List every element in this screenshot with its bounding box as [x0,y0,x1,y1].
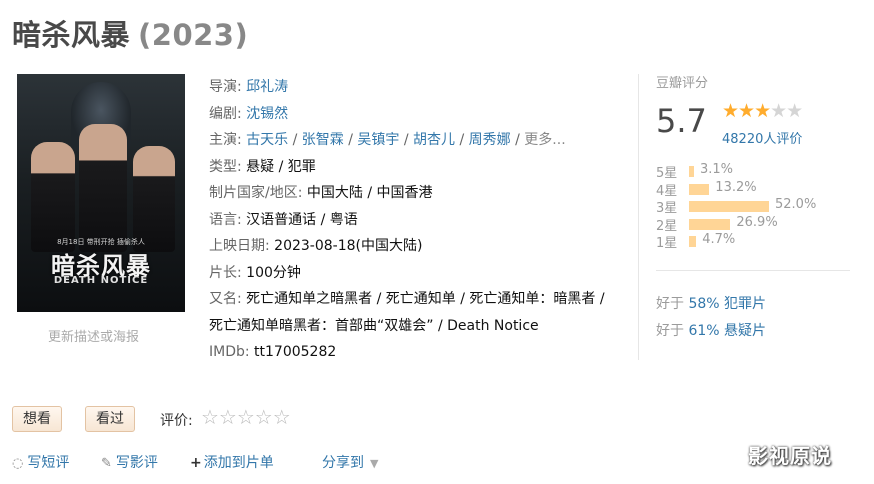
rating-stars-icon: ★★★★★ [722,100,803,122]
rating-bar-row: 2星 26.9% [656,214,856,234]
rating-bar-label: 4星 [656,183,678,199]
rating-bar [689,236,697,247]
rating-bar-label: 2星 [656,218,678,234]
imdb-row: IMDb: tt17005282 [209,339,621,366]
writer-label: 编剧: [209,105,242,122]
director-row: 导演: 邱礼涛 [209,74,621,101]
movie-year: (2023) [138,18,249,52]
genre-value: 悬疑 / 犯罪 [246,158,316,175]
chevron-down-icon: ▼ [370,457,379,470]
rating-bar-row: 5星 3.1% [656,162,856,181]
writer-link[interactable]: 沈锡然 [246,106,288,122]
region-value: 中国大陆 / 中国香港 [306,185,433,201]
rating-bar-label: 5星 [656,166,678,181]
imdb-label: IMDb: [209,344,250,360]
cast-link[interactable]: 吴镇宇 [357,132,399,148]
rating-bar [689,218,731,230]
watermark-text: 影视原说 [748,444,832,468]
better-than-row: 好于 61% 悬疑片 [656,320,766,340]
rating-bar-row: 3星 52.0% [656,197,856,216]
poster-figure-left [31,142,75,252]
poster-subtitle-text: DEATH NOTICE [53,275,149,286]
runtime-value: 100分钟 [246,264,301,281]
rating-bar-row: 4星 13.2% [656,179,856,199]
language-value: 汉语普通话 / 粤语 [246,211,358,228]
want-to-watch-button[interactable]: 想看 [12,406,62,432]
watched-button[interactable]: 看过 [85,406,135,432]
better-than-percent[interactable]: 58% [688,296,719,312]
user-rating-stars[interactable]: ☆☆☆☆☆ [201,405,291,429]
cast-label: 主演: [209,132,242,148]
release-label: 上映日期: [209,238,270,254]
write-review-label: 写影评 [115,455,158,471]
genre-label: 类型: [209,158,242,175]
rating-score: 5.7 [656,102,707,140]
rating-panel: 豆瓣评分 5.7 ★★★★★ 48220人评价 5星 3.1% 4星 13.2% 3星 5… [656,72,856,251]
cast-link[interactable]: 胡杏儿 [413,132,455,148]
rating-bar-percent: 3.1% [700,162,734,177]
aka-row: 又名: 死亡通知单之暗黑者 / 死亡通知单 / 死亡通知单：暗黑者 / 死亡通知… [209,286,621,339]
release-value: 2023-08-18(中国大陆) [274,238,423,254]
speech-bubble-icon: ◌ [12,456,24,471]
write-short-review-link[interactable]: ◌ 写短评 [12,452,69,472]
language-row: 语言: 汉语普通话 / 粤语 [209,207,621,234]
rating-bar-percent: 4.7% [702,232,736,247]
rating-bar [689,166,694,177]
write-short-review-label: 写短评 [27,455,70,471]
update-poster-link[interactable]: 更新描述或海报 [48,326,139,345]
movie-info: 导演: 邱礼涛 编剧: 沈锡然 主演: 古天乐 / 张智霖 / 吴镇宇 / 胡杏… [209,74,621,366]
movie-poster[interactable]: 8月18日 带刑开抢 插偷杀人 暗杀风暴 DEATH NOTICE [17,74,185,312]
cast-more-link[interactable]: 更多... [524,132,565,148]
region-label: 制片国家/地区: [209,185,303,201]
release-row: 上映日期: 2023-08-18(中国大陆) [209,233,621,260]
rating-bar-percent: 13.2% [715,179,757,195]
region-row: 制片国家/地区: 中国大陆 / 中国香港 [209,180,621,207]
imdb-value: tt17005282 [254,344,337,360]
language-label: 语言: [209,211,242,228]
rating-title: 豆瓣评分 [656,76,709,91]
better-than-genre-link[interactable]: 悬疑片 [724,323,766,339]
rating-bar-label: 1星 [656,236,678,251]
poster-figure-center [79,124,127,252]
movie-title: 暗杀风暴 [12,18,131,52]
write-review-link[interactable]: ✎ 写影评 [101,452,158,472]
rate-label: 评价: [160,413,193,429]
director-label: 导演: [209,79,242,95]
better-than-row: 好于 58% 犯罪片 [656,293,766,313]
cast-link[interactable]: 周秀娜 [469,132,511,148]
cast-link[interactable]: 张智霖 [302,132,344,148]
better-than-genre-link[interactable]: 犯罪片 [724,296,766,312]
rating-bar-percent: 26.9% [736,214,778,230]
plus-icon: + [190,455,202,471]
divider-horizontal [656,270,850,271]
cast-link[interactable]: 古天乐 [246,132,288,148]
aka-value: 死亡通知单之暗黑者 / 死亡通知单 / 死亡通知单：暗黑者 / 死亡通知单暗黑者… [209,291,605,334]
runtime-label: 片长: [209,264,242,281]
pencil-icon: ✎ [101,456,112,471]
share-dropdown[interactable]: 分享到 ▼ [322,452,378,472]
rating-distribution: 5星 3.1% 4星 13.2% 3星 52.0% 2星 26.9% 1星 4.7% [656,162,856,251]
rating-bar-label: 3星 [656,201,678,216]
director-link[interactable]: 邱礼涛 [246,79,288,95]
writer-row: 编剧: 沈锡然 [209,101,621,128]
better-than-percent[interactable]: 61% [688,323,719,339]
rating-bar [689,201,769,212]
divider-vertical [638,74,639,360]
rating-bar-percent: 52.0% [775,197,817,212]
aka-label: 又名: [209,291,242,307]
runtime-row: 片长: 100分钟 [209,260,621,287]
genre-row: 类型: 悬疑 / 犯罪 [209,154,621,181]
page-title: 暗杀风暴 (2023) [12,12,248,54]
share-label: 分享到 [322,455,364,471]
better-than-prefix: 好于 [656,323,684,339]
rating-bar [689,183,710,195]
rating-bar-row: 1星 4.7% [656,232,856,251]
better-than-prefix: 好于 [656,296,684,312]
cast-row: 主演: 古天乐 / 张智霖 / 吴镇宇 / 胡杏儿 / 周秀娜 / 更多... [209,132,566,148]
add-to-list-link[interactable]: + 添加到片单 [190,452,274,472]
add-to-list-label: 添加到片单 [203,455,274,471]
rating-votes-link[interactable]: 48220人评价 [722,128,802,147]
